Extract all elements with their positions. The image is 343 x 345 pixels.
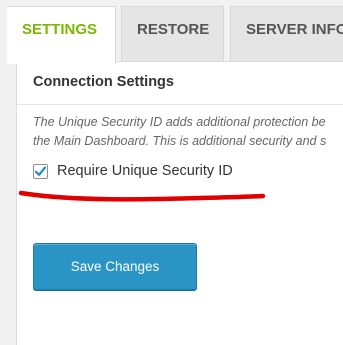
description-line-2: the Main Dashboard. This is additional s… xyxy=(33,134,327,148)
save-changes-button[interactable]: Save Changes xyxy=(33,243,197,290)
require-id-label: Require Unique Security ID xyxy=(57,163,233,179)
section-description: The Unique Security ID adds additional p… xyxy=(33,113,326,151)
description-line-1: The Unique Security ID adds additional p… xyxy=(33,115,326,129)
app-root: SETTINGS RESTORE SERVER INFO Connection … xyxy=(0,0,343,345)
require-id-row[interactable]: Require Unique Security ID xyxy=(33,160,233,182)
section-title: Connection Settings xyxy=(33,74,174,90)
red-underline-annotation xyxy=(18,190,266,202)
tab-server-info[interactable]: SERVER INFO xyxy=(230,6,343,62)
panel-header: Connection Settings xyxy=(17,62,343,105)
tab-settings[interactable]: SETTINGS xyxy=(7,6,116,64)
checkmark-icon xyxy=(34,166,47,176)
tab-bar: SETTINGS RESTORE SERVER INFO xyxy=(0,0,343,64)
tab-restore[interactable]: RESTORE xyxy=(121,6,224,62)
require-id-checkbox[interactable] xyxy=(33,163,48,179)
